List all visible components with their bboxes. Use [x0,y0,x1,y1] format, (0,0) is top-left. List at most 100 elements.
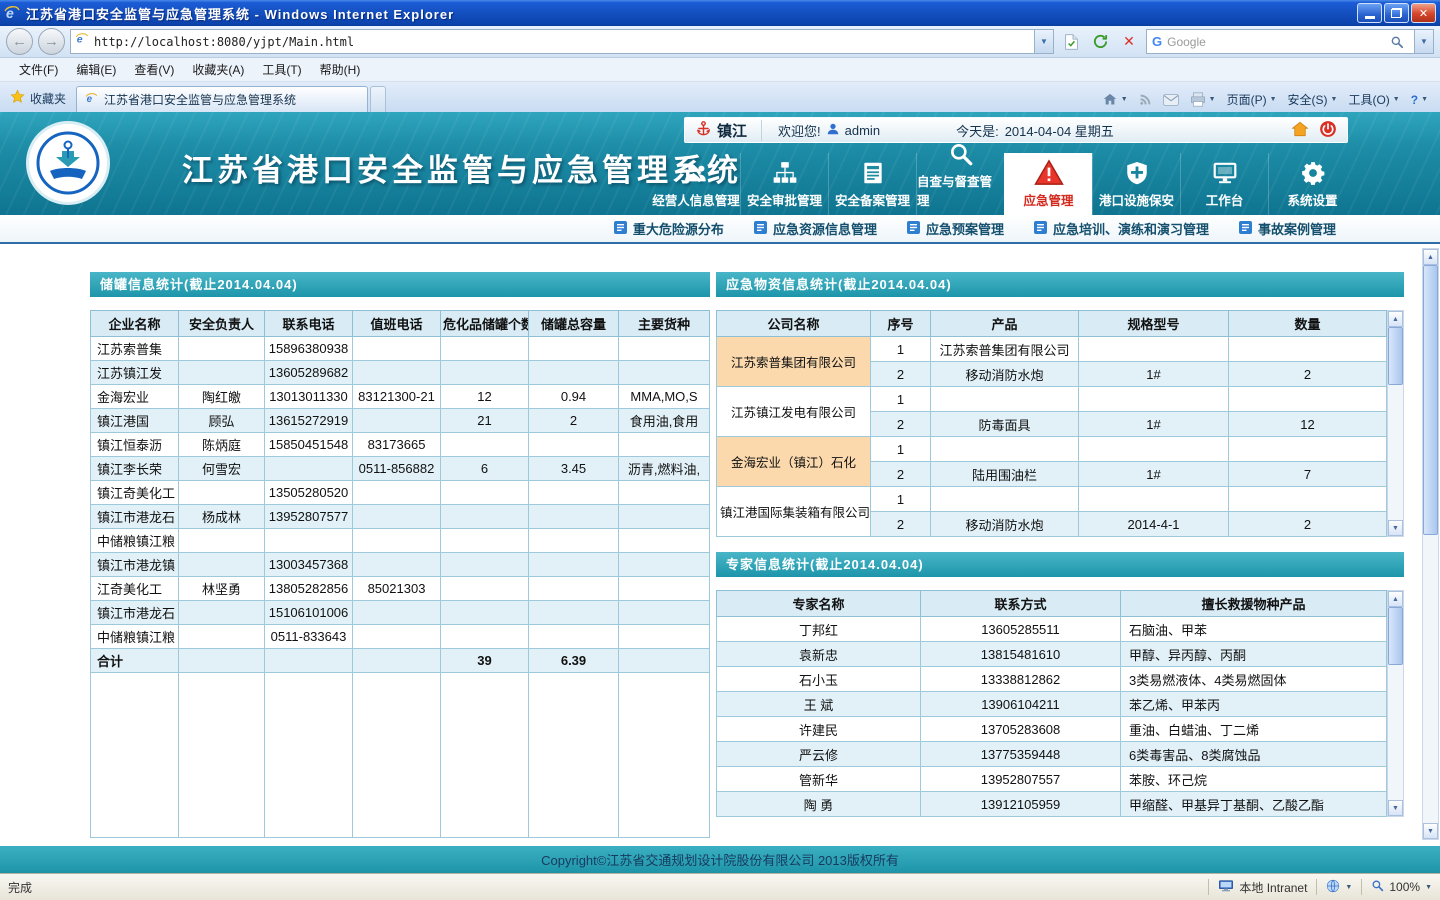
nav-item-operators[interactable]: 经营人信息管理 [652,153,740,215]
subnav-item-emergency-plans[interactable]: 应急预案管理 [907,219,1004,238]
experts-cell: 陶 勇 [717,792,921,817]
zone-label: 本地 Intranet [1239,879,1307,896]
subnav-item-emergency-resources[interactable]: 应急资源信息管理 [754,219,877,238]
menu-item-5[interactable]: 帮助(H) [311,58,370,81]
tank-col-header: 储罐总容量 [529,311,619,337]
experts-scrollbar[interactable]: ▲ ▼ [1387,590,1404,817]
scroll-down-button[interactable]: ▼ [1388,800,1403,816]
nav-item-safety-approval[interactable]: 安全审批管理 [740,153,828,215]
stop-button[interactable]: ✕ [1117,30,1141,54]
nav-item-self-inspection[interactable]: 自查与督查管理 [916,153,1004,215]
supplies-col-header: 数量 [1229,311,1387,337]
read-mail-button[interactable] [1163,94,1179,106]
supplies-cell [931,437,1079,462]
url-text: http://localhost:8080/yjpt/Main.html [94,35,1029,49]
tank-cell: 13003457368 [265,553,353,577]
safety-menu-button[interactable]: 安全(S)▼ [1288,91,1338,108]
subnav-item-accident-cases[interactable]: 事故案例管理 [1239,219,1336,238]
forward-button[interactable]: → [38,28,65,55]
menu-item-0[interactable]: 文件(F) [10,58,67,81]
scroll-thumb[interactable] [1388,607,1403,665]
tank-cell [529,337,619,361]
tank-table-row: 镇江市港龙石杨成林13952807577 [91,505,710,529]
tank-cell [529,361,619,385]
nav-item-settings[interactable]: 系统设置 [1268,153,1356,215]
search-input[interactable]: Google [1167,35,1380,49]
supplies-cell: 防毒面具 [931,412,1079,437]
search-dropdown[interactable]: ▼ [1414,30,1433,53]
subnav-item-emergency-training[interactable]: 应急培训、演练和演习管理 [1034,219,1209,238]
scroll-up-button[interactable]: ▲ [1423,249,1438,265]
menu-item-1[interactable]: 编辑(E) [67,58,125,81]
supplies-cell: 2 [871,362,931,387]
supplies-cell: 移动消防水炮 [931,512,1079,537]
nav-item-port-security[interactable]: 港口设施保安 [1092,153,1180,215]
minimize-button[interactable] [1357,3,1382,23]
refresh-button[interactable] [1088,30,1112,54]
subnav-item-label: 应急资源信息管理 [773,219,877,238]
nav-item-workbench[interactable]: 工作台 [1180,153,1268,215]
supplies-col-header: 产品 [931,311,1079,337]
address-dropdown[interactable]: ▼ [1034,30,1053,53]
scroll-thumb[interactable] [1388,327,1403,385]
nav-item-emergency[interactable]: 应急管理 [1004,153,1092,215]
protected-mode-control[interactable]: ▼ [1326,879,1352,896]
page-menu-button[interactable]: 页面(P)▼ [1227,91,1277,108]
tank-cell: 镇江市港龙石 [91,601,179,625]
menu-item-3[interactable]: 收藏夹(A) [183,58,253,81]
status-text: 完成 [8,879,1208,896]
supplies-cell [1229,337,1387,362]
tank-cell [441,361,529,385]
close-button[interactable]: ✕ [1411,3,1436,23]
scroll-down-button[interactable]: ▼ [1423,823,1438,839]
scroll-up-button[interactable]: ▲ [1388,311,1403,327]
address-field[interactable]: e http://localhost:8080/yjpt/Main.html ▼ [70,29,1054,54]
tank-cell: 0.94 [529,385,619,409]
menu-item-4[interactable]: 工具(T) [253,58,310,81]
supplies-cell [1079,487,1229,512]
window-title: 江苏省港口安全监管与应急管理系统 - Windows Internet Expl… [26,4,1357,23]
feeds-button[interactable] [1139,93,1152,106]
supplies-cell: 1 [871,337,931,362]
subnav-item-hazard-distribution[interactable]: 重大危险源分布 [614,219,724,238]
window-titlebar: e 江苏省港口安全监管与应急管理系统 - Windows Internet Ex… [0,0,1440,26]
security-zone: 本地 Intranet [1218,879,1307,896]
tank-table-row: 江苏索普集15896380938 [91,337,710,361]
home-button[interactable]: ▼ [1102,92,1128,107]
new-tab-stub[interactable] [370,86,386,112]
tank-cell [441,433,529,457]
print-button[interactable]: ▼ [1190,92,1216,107]
favorites-bar: 收藏夹 e 江苏省港口安全监管与应急管理系统 ▼ ▼ 页面(P)▼ 安全(S)▼… [0,82,1440,112]
zoom-control[interactable]: 100% ▼ [1371,879,1432,895]
tank-cell [179,481,265,505]
restore-button[interactable] [1384,3,1409,23]
experts-table-row: 陶 勇13912105959甲缩醛、甲基异丁基酮、乙酸乙酯 [717,792,1387,817]
scroll-up-button[interactable]: ▲ [1388,591,1403,607]
help-button[interactable]: ?▼ [1411,93,1428,107]
logout-power-icon[interactable] [1319,120,1337,141]
tank-cell [179,601,265,625]
supplies-col-header: 序号 [871,311,931,337]
back-button[interactable]: ← [6,28,33,55]
tank-cell [529,433,619,457]
supplies-cell [1229,437,1387,462]
nav-item-label: 港口设施保安 [1099,190,1174,209]
tools-menu-button[interactable]: 工具(O)▼ [1348,91,1399,108]
favorites-button[interactable]: 收藏夹 [4,89,76,112]
scroll-thumb[interactable] [1423,265,1438,535]
tank-table-row: 江奇美化工林坚勇1380528285685021303 [91,577,710,601]
tank-cell [353,649,441,673]
experts-cell: 6类毒害品、8类腐蚀品 [1121,742,1387,767]
experts-table-row: 石小玉133388128623类易燃液体、4类易燃固体 [717,667,1387,692]
compatibility-view-icon[interactable] [1059,30,1083,54]
scroll-down-button[interactable]: ▼ [1388,520,1403,536]
search-button[interactable] [1385,30,1409,54]
menu-item-2[interactable]: 查看(V) [125,58,183,81]
experts-cell: 管新华 [717,767,921,792]
browser-tab[interactable]: e 江苏省港口安全监管与应急管理系统 [76,86,368,112]
experts-table-row: 袁新忠13815481610甲醇、异丙醇、丙酮 [717,642,1387,667]
nav-item-safety-filing[interactable]: 安全备案管理 [828,153,916,215]
quick-home-icon[interactable] [1291,120,1309,141]
supplies-scrollbar[interactable]: ▲ ▼ [1387,310,1404,537]
main-scrollbar[interactable]: ▲ ▼ [1422,248,1439,840]
